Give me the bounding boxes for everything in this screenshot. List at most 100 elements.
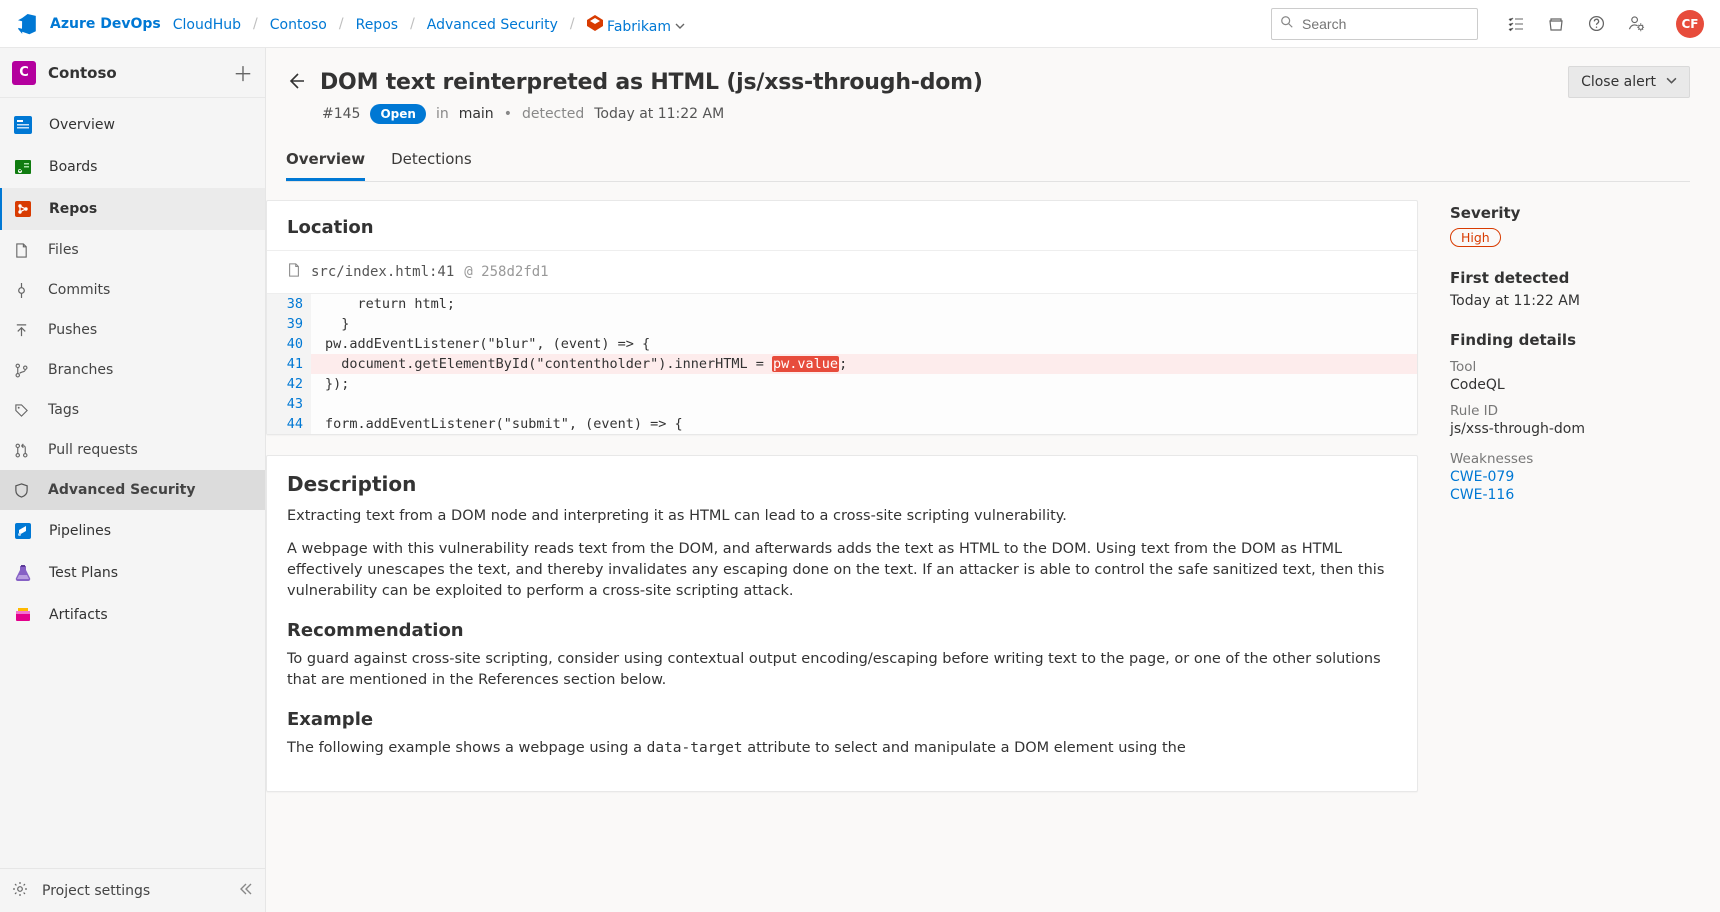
sidebar: C Contoso ＋ Overview Boards Repos Files …: [0, 48, 266, 912]
nav-test-plans[interactable]: Test Plans: [0, 552, 265, 594]
alert-id: #145: [322, 106, 360, 122]
location-file: src/index.html:41: [311, 264, 454, 280]
location-path[interactable]: src/index.html:41 @ 258d2fd1: [267, 250, 1417, 294]
location-commit: 258d2fd1: [481, 264, 548, 280]
detected-time: Today at 11:22 AM: [594, 106, 724, 122]
location-heading: Location: [267, 201, 1417, 250]
new-item-button[interactable]: ＋: [233, 58, 253, 87]
chevron-down-icon: [675, 19, 685, 35]
tag-icon: [12, 401, 30, 419]
project-settings-label: Project settings: [42, 883, 150, 899]
subnav-pr-label: Pull requests: [48, 442, 138, 458]
repos-icon: [12, 198, 34, 220]
tab-detections[interactable]: Detections: [391, 142, 472, 181]
tool-value: CodeQL: [1450, 377, 1700, 393]
example-heading: Example: [287, 709, 1397, 730]
subnav-pushes-label: Pushes: [48, 322, 97, 338]
subnav-tags[interactable]: Tags: [0, 390, 265, 430]
boards-icon: [12, 156, 34, 178]
breadcrumb-org[interactable]: CloudHub: [173, 17, 241, 33]
back-button[interactable]: [286, 71, 308, 93]
nav-artifacts-label: Artifacts: [49, 607, 108, 623]
marketplace-icon[interactable]: [1546, 14, 1566, 34]
nav-repos[interactable]: Repos: [0, 188, 265, 230]
file-icon: [287, 263, 301, 281]
collapse-icon[interactable]: [239, 882, 253, 900]
top-icons: CF: [1506, 10, 1704, 38]
subnav-branches-label: Branches: [48, 362, 113, 378]
meta-in: in: [436, 106, 449, 122]
nav-pipelines-label: Pipelines: [49, 523, 111, 539]
breadcrumb-project[interactable]: Contoso: [270, 17, 327, 33]
code-line: 43: [267, 394, 1417, 414]
push-icon: [12, 321, 30, 339]
code-line: 38 return html;: [267, 294, 1417, 314]
subnav-branches[interactable]: Branches: [0, 350, 265, 390]
cwe-link-079[interactable]: CWE-079: [1450, 469, 1700, 485]
project-badge: C: [12, 61, 36, 85]
branch-icon: [12, 361, 30, 379]
pipelines-icon: [12, 520, 34, 542]
nav: Overview Boards Repos Files Commits Push…: [0, 98, 265, 636]
azure-devops-icon: [16, 12, 40, 36]
breadcrumb-sep: /: [570, 16, 575, 32]
breadcrumb-repo[interactable]: Fabrikam: [587, 15, 686, 35]
tab-overview[interactable]: Overview: [286, 142, 365, 181]
nav-pipelines[interactable]: Pipelines: [0, 510, 265, 552]
first-detected-label: First detected: [1450, 269, 1700, 287]
alert-title: DOM text reinterpreted as HTML (js/xss-t…: [320, 70, 983, 95]
subnav-pushes[interactable]: Pushes: [0, 310, 265, 350]
nav-boards[interactable]: Boards: [0, 146, 265, 188]
code-line: 40pw.addEventListener("blur", (event) =>…: [267, 334, 1417, 354]
breadcrumb-hub[interactable]: Advanced Security: [427, 17, 558, 33]
breadcrumb-repo-label: Fabrikam: [607, 19, 671, 35]
subnav-files-label: Files: [48, 242, 79, 258]
help-icon[interactable]: [1586, 14, 1606, 34]
nav-repos-label: Repos: [49, 201, 97, 217]
cwe-link-116[interactable]: CWE-116: [1450, 487, 1700, 503]
description-heading: Description: [287, 472, 1397, 496]
test-plans-icon: [12, 562, 34, 584]
severity-badge: High: [1450, 228, 1501, 247]
project-selector[interactable]: C Contoso ＋: [0, 48, 265, 98]
user-settings-icon[interactable]: [1626, 14, 1646, 34]
finding-details-label: Finding details: [1450, 331, 1700, 349]
code-line: 41 document.getElementById("contentholde…: [267, 354, 1417, 374]
recommendation-text: To guard against cross-site scripting, c…: [287, 649, 1397, 691]
example-text: The following example shows a webpage us…: [287, 738, 1397, 759]
subnav-as-label: Advanced Security: [48, 482, 195, 498]
search-input[interactable]: [1302, 16, 1469, 32]
tool-label: Tool: [1450, 359, 1700, 375]
search-box[interactable]: [1271, 8, 1478, 40]
code-line: 42});: [267, 374, 1417, 394]
nav-artifacts[interactable]: Artifacts: [0, 594, 265, 636]
breadcrumb-sep: /: [339, 16, 344, 32]
alert-meta: #145 Open in main • detected Today at 11…: [322, 104, 1690, 124]
status-badge: Open: [370, 104, 425, 124]
close-alert-label: Close alert: [1581, 74, 1656, 90]
code-block: 38 return html;39 }40pw.addEventListener…: [267, 294, 1417, 434]
tasks-icon[interactable]: [1506, 14, 1526, 34]
top-bar: Azure DevOps CloudHub / Contoso / Repos …: [0, 0, 1720, 48]
subnav-advanced-security[interactable]: Advanced Security: [0, 470, 265, 510]
subnav-commits-label: Commits: [48, 282, 110, 298]
nav-testplans-label: Test Plans: [49, 565, 118, 581]
weaknesses-label: Weaknesses: [1450, 451, 1700, 467]
subnav-pull-requests[interactable]: Pull requests: [0, 430, 265, 470]
rule-value: js/xss-through-dom: [1450, 421, 1700, 437]
commit-icon: [12, 281, 30, 299]
subnav-commits[interactable]: Commits: [0, 270, 265, 310]
nav-boards-label: Boards: [49, 159, 97, 175]
description-p2: A webpage with this vulnerability reads …: [287, 539, 1397, 602]
chevron-down-icon: [1666, 74, 1677, 90]
avatar[interactable]: CF: [1676, 10, 1704, 38]
breadcrumb-area[interactable]: Repos: [356, 17, 398, 33]
subnav-files[interactable]: Files: [0, 230, 265, 270]
subnav-tags-label: Tags: [48, 402, 79, 418]
nav-overview[interactable]: Overview: [0, 104, 265, 146]
project-settings[interactable]: Project settings: [0, 868, 265, 912]
branch-name[interactable]: main: [459, 106, 494, 122]
close-alert-button[interactable]: Close alert: [1568, 66, 1690, 98]
brand-label[interactable]: Azure DevOps: [50, 16, 161, 32]
repo-icon: [587, 19, 607, 35]
